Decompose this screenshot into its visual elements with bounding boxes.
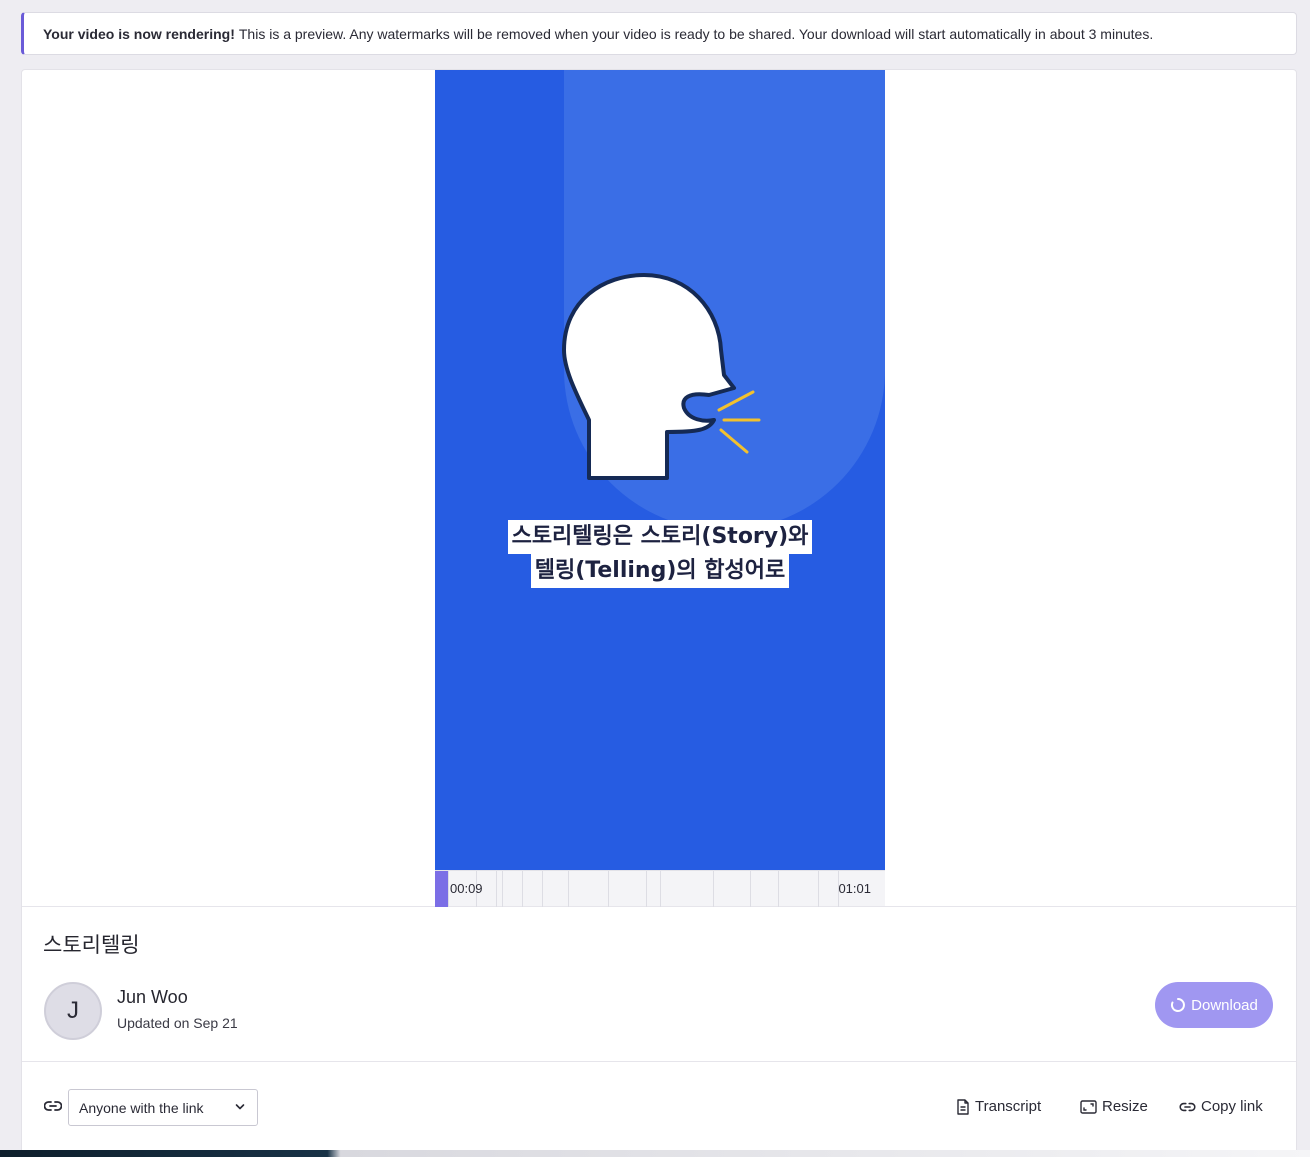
transcript-button[interactable]: Transcript bbox=[956, 1098, 1041, 1115]
resize-icon bbox=[1080, 1099, 1097, 1114]
share-bar: Anyone with the link Transcript Resize C… bbox=[22, 1062, 1296, 1157]
desktop-edge bbox=[0, 1150, 1310, 1157]
copy-link-label: Copy link bbox=[1201, 1098, 1263, 1115]
caption-line-2: 텔링(Telling)의 합성어로 bbox=[530, 554, 790, 588]
banner-bold-text: Your video is now rendering! bbox=[43, 25, 235, 42]
video-caption: 스토리텔링은 스토리(Story)와 텔링(Telling)의 합성어로 bbox=[435, 520, 885, 588]
banner-text: This is a preview. Any watermarks will b… bbox=[238, 25, 1154, 42]
video-preview[interactable]: 스토리텔링은 스토리(Story)와 텔링(Telling)의 합성어로 bbox=[435, 70, 885, 870]
chevron-down-icon bbox=[235, 1104, 245, 1110]
author-name: Jun Woo bbox=[117, 987, 188, 1007]
timeline-progress[interactable] bbox=[435, 871, 448, 907]
copy-link-icon bbox=[1179, 1102, 1196, 1111]
resize-button[interactable]: Resize bbox=[1080, 1098, 1148, 1115]
copy-link-button[interactable]: Copy link bbox=[1179, 1098, 1263, 1115]
caption-line-1: 스토리텔링은 스토리(Story)와 bbox=[507, 520, 813, 554]
access-select-value: Anyone with the link bbox=[79, 1099, 204, 1116]
current-time: 00:09 bbox=[450, 881, 483, 896]
resize-label: Resize bbox=[1102, 1098, 1148, 1115]
speaking-head-icon bbox=[562, 273, 761, 480]
rendering-banner: Your video is now rendering! This is a p… bbox=[21, 12, 1297, 55]
video-duration: 01:01 bbox=[838, 881, 871, 896]
link-icon bbox=[44, 1101, 62, 1111]
avatar: J bbox=[44, 982, 102, 1040]
document-icon bbox=[957, 1098, 969, 1115]
access-select[interactable]: Anyone with the link bbox=[68, 1089, 258, 1126]
video-info: 스토리텔링 J Jun Woo Updated on Sep 21 Downlo… bbox=[22, 907, 1296, 1062]
transcript-label: Transcript bbox=[975, 1098, 1042, 1115]
video-title: 스토리텔링 bbox=[43, 933, 140, 957]
video-timeline[interactable]: 00:09 01:01 bbox=[435, 870, 885, 907]
download-button[interactable]: Download bbox=[1155, 982, 1273, 1028]
video-stage: 스토리텔링은 스토리(Story)와 텔링(Telling)의 합성어로 00:… bbox=[22, 70, 1296, 907]
video-card: 스토리텔링은 스토리(Story)와 텔링(Telling)의 합성어로 00:… bbox=[21, 69, 1297, 1157]
spinner-icon bbox=[1171, 998, 1186, 1012]
updated-date: Updated on Sep 21 bbox=[117, 1015, 238, 1031]
download-label: Download bbox=[1191, 996, 1258, 1014]
